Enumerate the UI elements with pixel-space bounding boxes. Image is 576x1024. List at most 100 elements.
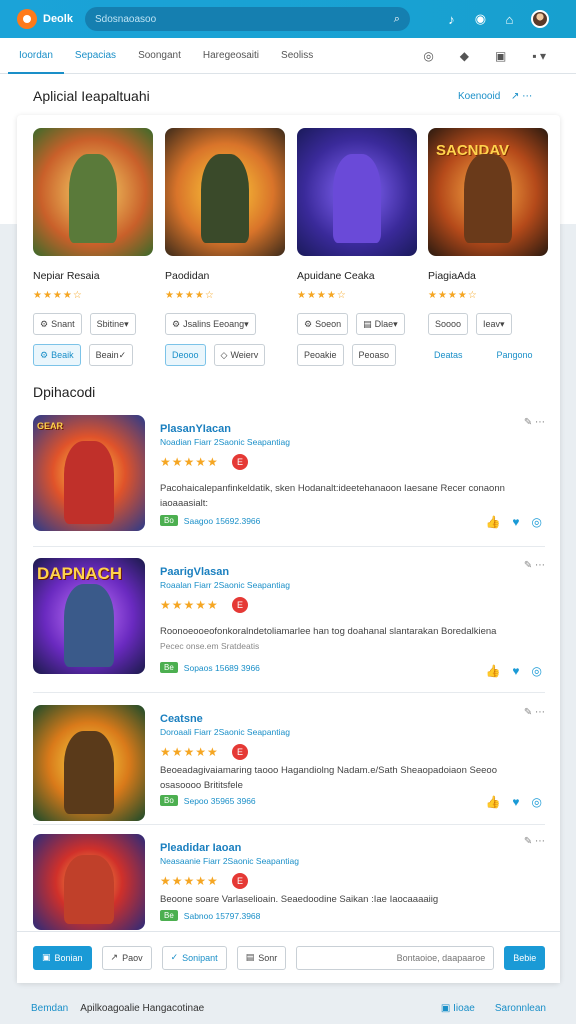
comment-input[interactable] bbox=[296, 945, 495, 970]
app-subtitle: Doroaali Fiarr 2Saonic Seapantiag bbox=[160, 727, 290, 737]
share-icon[interactable]: ◎ bbox=[532, 515, 542, 529]
app-name[interactable]: PaarigVlasan bbox=[160, 566, 229, 578]
like-icon[interactable]: 👍 bbox=[485, 515, 500, 529]
star-rating: ★★★★☆ bbox=[33, 290, 83, 301]
app-description: Beoeadagivaiamaring taooo Hagandiolng Na… bbox=[160, 765, 497, 791]
gamepad-icon[interactable]: ♪ bbox=[444, 12, 459, 27]
star-rating: ★★★★☆ bbox=[165, 290, 215, 301]
like-icon[interactable]: 👍 bbox=[485, 664, 500, 678]
star-rating: ★★★★☆ bbox=[297, 290, 347, 301]
secondary-button[interactable]: ↗ Paov bbox=[101, 945, 152, 970]
section-link[interactable]: Koenooid ↗ ⋯ bbox=[458, 91, 532, 102]
feature-link[interactable]: Pangono bbox=[491, 344, 539, 366]
app-meta: Be Sopaos 15689 3966 bbox=[160, 662, 260, 673]
pin-icon[interactable]: ✎ ⋯ bbox=[524, 707, 545, 718]
footer-link[interactable]: Bemdan bbox=[31, 1003, 68, 1014]
app-description: Pacohaicalepanfinkeldatik, sken Hodanalt… bbox=[160, 483, 505, 509]
search-placeholder: Sdosnaoasoo bbox=[94, 13, 157, 25]
app-name[interactable]: PlasanYIacan bbox=[160, 423, 231, 435]
like-icon[interactable]: 👍 bbox=[485, 795, 500, 809]
feature-dropdown[interactable]: Ieav ▾ bbox=[476, 313, 512, 335]
app-subtitle: Roaalan Fiarr 2Saonic Seapantiag bbox=[160, 580, 290, 590]
featured-app-name: Apuidane Ceaka bbox=[297, 270, 375, 282]
featured-app[interactable]: Paodidan ★★★★☆ bbox=[165, 128, 285, 301]
feature-button[interactable]: Peoaso bbox=[351, 344, 397, 366]
footer-link[interactable]: Saronnlean bbox=[495, 1003, 546, 1014]
footer: Bemdan Apilkoagoalie Hangacotinae ▣ Iioa… bbox=[0, 993, 576, 1024]
search-input[interactable]: Sdosnaoasoo ⌕ bbox=[84, 7, 410, 31]
feature-button[interactable]: ◇ Weierv bbox=[213, 344, 266, 366]
age-badge: E bbox=[232, 744, 248, 760]
app-thumbnail[interactable]: GEAR bbox=[33, 415, 145, 531]
star-rating: ★★★★★ bbox=[160, 874, 219, 888]
app-meta: Bo Sepoo 35965 3966 bbox=[160, 795, 256, 806]
submit-button[interactable]: Bebie bbox=[504, 945, 546, 970]
featured-app[interactable]: Nepiar Resaia ★★★★☆ bbox=[33, 128, 153, 301]
feature-dropdown[interactable]: Sbitine ▾ bbox=[89, 313, 136, 335]
featured-app-name: PiagiaAda bbox=[428, 270, 476, 282]
pin-icon[interactable]: ✎ ⋯ bbox=[524, 560, 545, 571]
feature-button[interactable]: Deooo bbox=[165, 344, 206, 366]
chat-icon[interactable]: ◎ bbox=[423, 49, 433, 63]
featured-app-name: Paodidan bbox=[165, 270, 210, 282]
primary-button[interactable]: ▣ Bonian bbox=[33, 945, 92, 970]
app-thumbnail[interactable]: SACNDAV bbox=[428, 128, 548, 256]
bottom-action-bar: ▣ Bonian ↗ Paov ✓ Sonipant ▤ Sonr Bebie bbox=[17, 931, 560, 983]
more-icon[interactable]: ▪ ▾ bbox=[532, 49, 546, 63]
app-name[interactable]: Pleadidar Iaoan bbox=[160, 842, 241, 854]
app-thumbnail[interactable] bbox=[297, 128, 417, 256]
feature-button[interactable]: Beain ✓ bbox=[88, 344, 134, 366]
comment-field[interactable] bbox=[305, 952, 486, 963]
feature-button[interactable]: Soooo bbox=[428, 313, 469, 335]
tab-1[interactable]: Sepacias bbox=[64, 38, 127, 74]
star-rating: ★★★★★ bbox=[160, 598, 219, 612]
heart-icon[interactable]: ♥ bbox=[512, 795, 519, 809]
app-name: Deolk bbox=[43, 13, 73, 25]
app-thumbnail[interactable] bbox=[33, 705, 145, 821]
feature-link[interactable]: Deatas bbox=[428, 344, 469, 366]
tab-4[interactable]: Seoliss bbox=[270, 38, 324, 74]
app-meta: Be Sabnoo 15797.3968 bbox=[160, 910, 260, 921]
app-thumbnail[interactable] bbox=[33, 834, 145, 930]
footer-link[interactable]: ▣ Iioae bbox=[441, 1003, 475, 1014]
app-thumbnail[interactable]: DAPNACH bbox=[33, 558, 145, 674]
feature-button[interactable]: Peoakie bbox=[297, 344, 344, 366]
tab-2[interactable]: Soongant bbox=[127, 38, 192, 74]
star-rating: ★★★★★ bbox=[160, 455, 219, 469]
app-thumbnail[interactable] bbox=[33, 128, 153, 256]
app-meta: Bo Saagoo 15692.3966 bbox=[160, 515, 260, 526]
app-thumbnail[interactable] bbox=[165, 128, 285, 256]
share-icon[interactable]: ◎ bbox=[532, 795, 542, 809]
save-button[interactable]: ▤ Sonr bbox=[236, 945, 287, 970]
app-logo-icon[interactable] bbox=[17, 9, 37, 29]
bell-icon[interactable]: ◆ bbox=[460, 49, 469, 63]
heart-icon[interactable]: ♥ bbox=[512, 664, 519, 678]
star-rating: ★★★★★ bbox=[160, 745, 219, 759]
heart-icon[interactable]: ♥ bbox=[512, 515, 519, 529]
tab-3[interactable]: Haregeosaiti bbox=[192, 38, 270, 74]
list-title: Dpihacodi bbox=[33, 384, 96, 400]
section-title: Aplicial Ieapaltuahi bbox=[33, 88, 150, 104]
share-icon[interactable]: ◎ bbox=[532, 664, 542, 678]
pin-icon[interactable]: ✎ ⋯ bbox=[524, 836, 545, 847]
tab-0[interactable]: Ioordan bbox=[8, 38, 64, 74]
tab-bar: Ioordan Sepacias Soongant Haregeosaiti S… bbox=[0, 38, 576, 74]
check-button[interactable]: ✓ Sonipant bbox=[161, 945, 227, 970]
pin-icon[interactable]: ✎ ⋯ bbox=[524, 417, 545, 428]
app-name[interactable]: Ceatsne bbox=[160, 713, 203, 725]
featured-app[interactable]: SACNDAV PiagiaAda ★★★★☆ bbox=[428, 128, 548, 301]
bookmark-icon[interactable]: ▣ bbox=[495, 49, 506, 63]
feature-button[interactable]: ⚙ Snant bbox=[33, 313, 82, 335]
app-description: Roonoeooeofonkoralndetoliamarlee han tog… bbox=[160, 626, 497, 651]
feature-button[interactable]: ⚙ Soeon bbox=[297, 313, 349, 335]
feature-button[interactable]: ⚙ Beaik bbox=[33, 344, 81, 366]
home-icon[interactable]: ⌂ bbox=[502, 12, 517, 27]
star-rating: ★★★★☆ bbox=[428, 290, 478, 301]
globe-icon[interactable]: ◉ bbox=[473, 11, 488, 27]
age-badge: E bbox=[232, 597, 248, 613]
feature-dropdown[interactable]: ⚙ Jsalins Eeoang ▾ bbox=[165, 313, 256, 335]
search-icon[interactable]: ⌕ bbox=[394, 13, 400, 26]
feature-dropdown[interactable]: ▤ Dlae ▾ bbox=[356, 313, 405, 335]
avatar[interactable] bbox=[530, 10, 549, 28]
featured-app[interactable]: Apuidane Ceaka ★★★★☆ bbox=[297, 128, 417, 301]
